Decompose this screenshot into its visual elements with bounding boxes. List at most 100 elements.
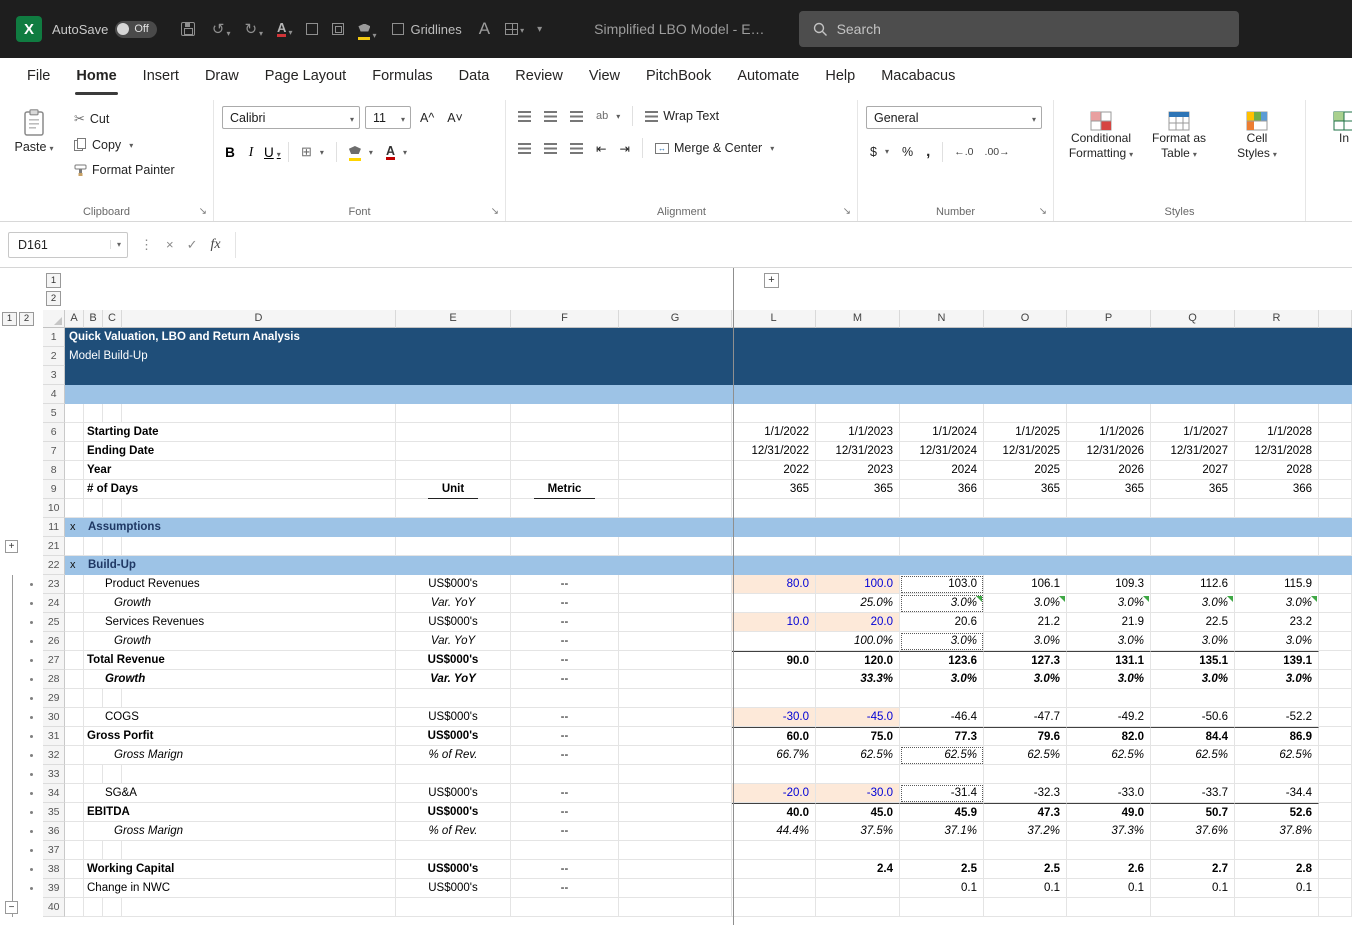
cell[interactable]: [1235, 765, 1319, 784]
menu-tab-home[interactable]: Home: [63, 58, 129, 100]
menu-tab-file[interactable]: File: [14, 58, 63, 100]
align-right-button[interactable]: [566, 141, 587, 156]
cell-O6[interactable]: 1/1/2025: [984, 423, 1067, 442]
cell-A38[interactable]: [65, 860, 84, 879]
conditional-formatting-button[interactable]: Conditional Formatting: [1062, 106, 1140, 162]
formula-input[interactable]: [235, 232, 1352, 258]
cell[interactable]: [1235, 537, 1319, 556]
title-row-cell[interactable]: [65, 366, 1352, 385]
cell-R34[interactable]: -34.4: [1235, 784, 1319, 803]
font-size-select[interactable]: 11: [365, 106, 411, 129]
cell[interactable]: [1151, 689, 1235, 708]
cell[interactable]: [84, 841, 103, 860]
menu-tab-insert[interactable]: Insert: [130, 58, 192, 100]
cell-A31[interactable]: [65, 727, 84, 746]
row-header-26[interactable]: 26: [43, 632, 65, 651]
cell-A30[interactable]: [65, 708, 84, 727]
cell-G8[interactable]: [619, 461, 732, 480]
paste-button[interactable]: Paste: [8, 106, 60, 179]
cell[interactable]: [900, 841, 984, 860]
col-header-B[interactable]: B: [84, 310, 103, 328]
cell-E6[interactable]: [396, 423, 511, 442]
merge-center-button[interactable]: ↔Merge & Center: [651, 139, 778, 157]
cell-N9[interactable]: 366: [900, 480, 984, 499]
increase-decimal-button[interactable]: ←.0: [951, 144, 976, 160]
cell-M27[interactable]: 120.0: [816, 651, 900, 670]
row-header-7[interactable]: 7: [43, 442, 65, 461]
cell-Q23[interactable]: 112.6: [1151, 575, 1235, 594]
cell[interactable]: [1067, 404, 1151, 423]
cell-N32[interactable]: 62.5%: [900, 746, 984, 765]
cell-E26[interactable]: Var. YoY: [396, 632, 511, 651]
cell[interactable]: [984, 499, 1067, 518]
cell[interactable]: [65, 499, 84, 518]
redo-button[interactable]: ↻▾: [244, 20, 263, 38]
borders-button[interactable]: ⊞: [297, 142, 328, 162]
cell-G36[interactable]: [619, 822, 732, 841]
cell-O27[interactable]: 127.3: [984, 651, 1067, 670]
cell-R30[interactable]: -52.2: [1235, 708, 1319, 727]
cell[interactable]: [511, 499, 619, 518]
row-header-11[interactable]: 11: [43, 518, 65, 537]
cell-E8[interactable]: [396, 461, 511, 480]
cell-A26[interactable]: [65, 632, 84, 651]
copy-button[interactable]: Copy: [70, 136, 179, 154]
excel-logo-icon[interactable]: X: [16, 16, 42, 42]
search-input[interactable]: Search: [799, 11, 1239, 47]
cell-P35[interactable]: 49.0: [1067, 803, 1151, 822]
cell-M36[interactable]: 37.5%: [816, 822, 900, 841]
row-header-6[interactable]: 6: [43, 423, 65, 442]
row-header-33[interactable]: 33: [43, 765, 65, 784]
row-expand-button[interactable]: +: [5, 540, 18, 553]
chevron-down-icon[interactable]: ▾: [520, 26, 524, 35]
cell-G38[interactable]: [619, 860, 732, 879]
cell-F36[interactable]: --: [511, 822, 619, 841]
row-header-35[interactable]: 35: [43, 803, 65, 822]
increase-indent-button[interactable]: ⇥: [615, 139, 633, 158]
cell-Q27[interactable]: 135.1: [1151, 651, 1235, 670]
band-row-cell[interactable]: [65, 385, 1352, 404]
cell-G27[interactable]: [619, 651, 732, 670]
cell-A28[interactable]: [65, 670, 84, 689]
row-header-39[interactable]: 39: [43, 879, 65, 898]
cell-P6[interactable]: 1/1/2026: [1067, 423, 1151, 442]
cell-E34[interactable]: US$000's: [396, 784, 511, 803]
cell[interactable]: [103, 537, 122, 556]
cell[interactable]: [65, 689, 84, 708]
cell[interactable]: [732, 499, 816, 518]
cell[interactable]: [1151, 404, 1235, 423]
cell[interactable]: [1151, 898, 1235, 917]
row-label-27[interactable]: Total Revenue: [84, 651, 396, 670]
cell[interactable]: [84, 765, 103, 784]
cell-E38[interactable]: US$000's: [396, 860, 511, 879]
cell-N23[interactable]: 103.0: [900, 575, 984, 594]
cell-N6[interactable]: 1/1/2024: [900, 423, 984, 442]
menu-tab-formulas[interactable]: Formulas: [359, 58, 445, 100]
cell-O9[interactable]: 365: [984, 480, 1067, 499]
cell-N38[interactable]: 2.5: [900, 860, 984, 879]
cell-Q26[interactable]: 3.0%: [1151, 632, 1235, 651]
col-header-P[interactable]: P: [1067, 310, 1151, 328]
cell-O7[interactable]: 12/31/2025: [984, 442, 1067, 461]
cell[interactable]: [511, 765, 619, 784]
cell-M8[interactable]: 2023: [816, 461, 900, 480]
row-header-37[interactable]: 37: [43, 841, 65, 860]
cell-O24[interactable]: 3.0%: [984, 594, 1067, 613]
cell[interactable]: [65, 841, 84, 860]
cell[interactable]: [1319, 841, 1352, 860]
cell[interactable]: [1151, 499, 1235, 518]
menu-tab-data[interactable]: Data: [446, 58, 503, 100]
cell-L28[interactable]: [732, 670, 816, 689]
cell-R8[interactable]: 2028: [1235, 461, 1319, 480]
cell-M23[interactable]: 100.0: [816, 575, 900, 594]
column-expand-button[interactable]: +: [764, 273, 779, 288]
cell-O34[interactable]: -32.3: [984, 784, 1067, 803]
cell[interactable]: [65, 404, 84, 423]
cell-F28[interactable]: --: [511, 670, 619, 689]
cell-O8[interactable]: 2025: [984, 461, 1067, 480]
cell-F39[interactable]: --: [511, 879, 619, 898]
cell[interactable]: [511, 537, 619, 556]
font-name-select[interactable]: Calibri: [222, 106, 360, 129]
align-bottom-button[interactable]: [566, 109, 587, 124]
cell-Q36[interactable]: 37.6%: [1151, 822, 1235, 841]
